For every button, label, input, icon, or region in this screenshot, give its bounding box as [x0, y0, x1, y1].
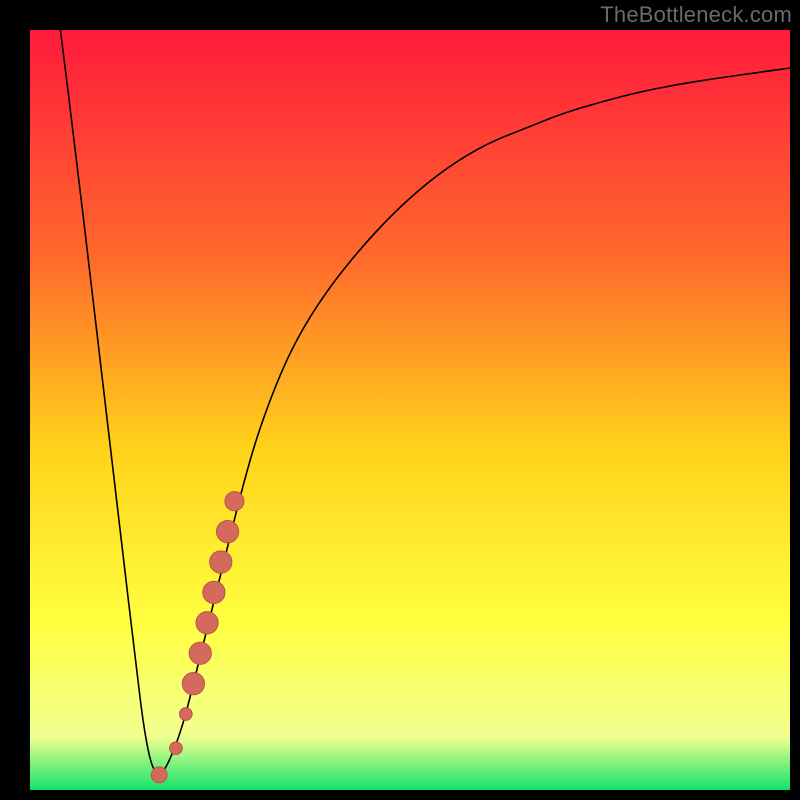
curve-marker [170, 742, 183, 755]
watermark-text: TheBottleneck.com [600, 2, 792, 28]
gradient-background [30, 30, 790, 790]
curve-marker [182, 672, 204, 694]
chart-svg [30, 30, 790, 790]
curve-marker [216, 520, 238, 542]
curve-marker [203, 581, 225, 603]
curve-marker [189, 642, 211, 664]
curve-marker [151, 767, 167, 783]
curve-marker [225, 492, 244, 511]
plot-area [30, 30, 790, 790]
curve-marker [179, 708, 192, 721]
curve-marker [210, 551, 232, 573]
curve-marker [196, 612, 218, 634]
chart-frame: TheBottleneck.com [0, 0, 800, 800]
